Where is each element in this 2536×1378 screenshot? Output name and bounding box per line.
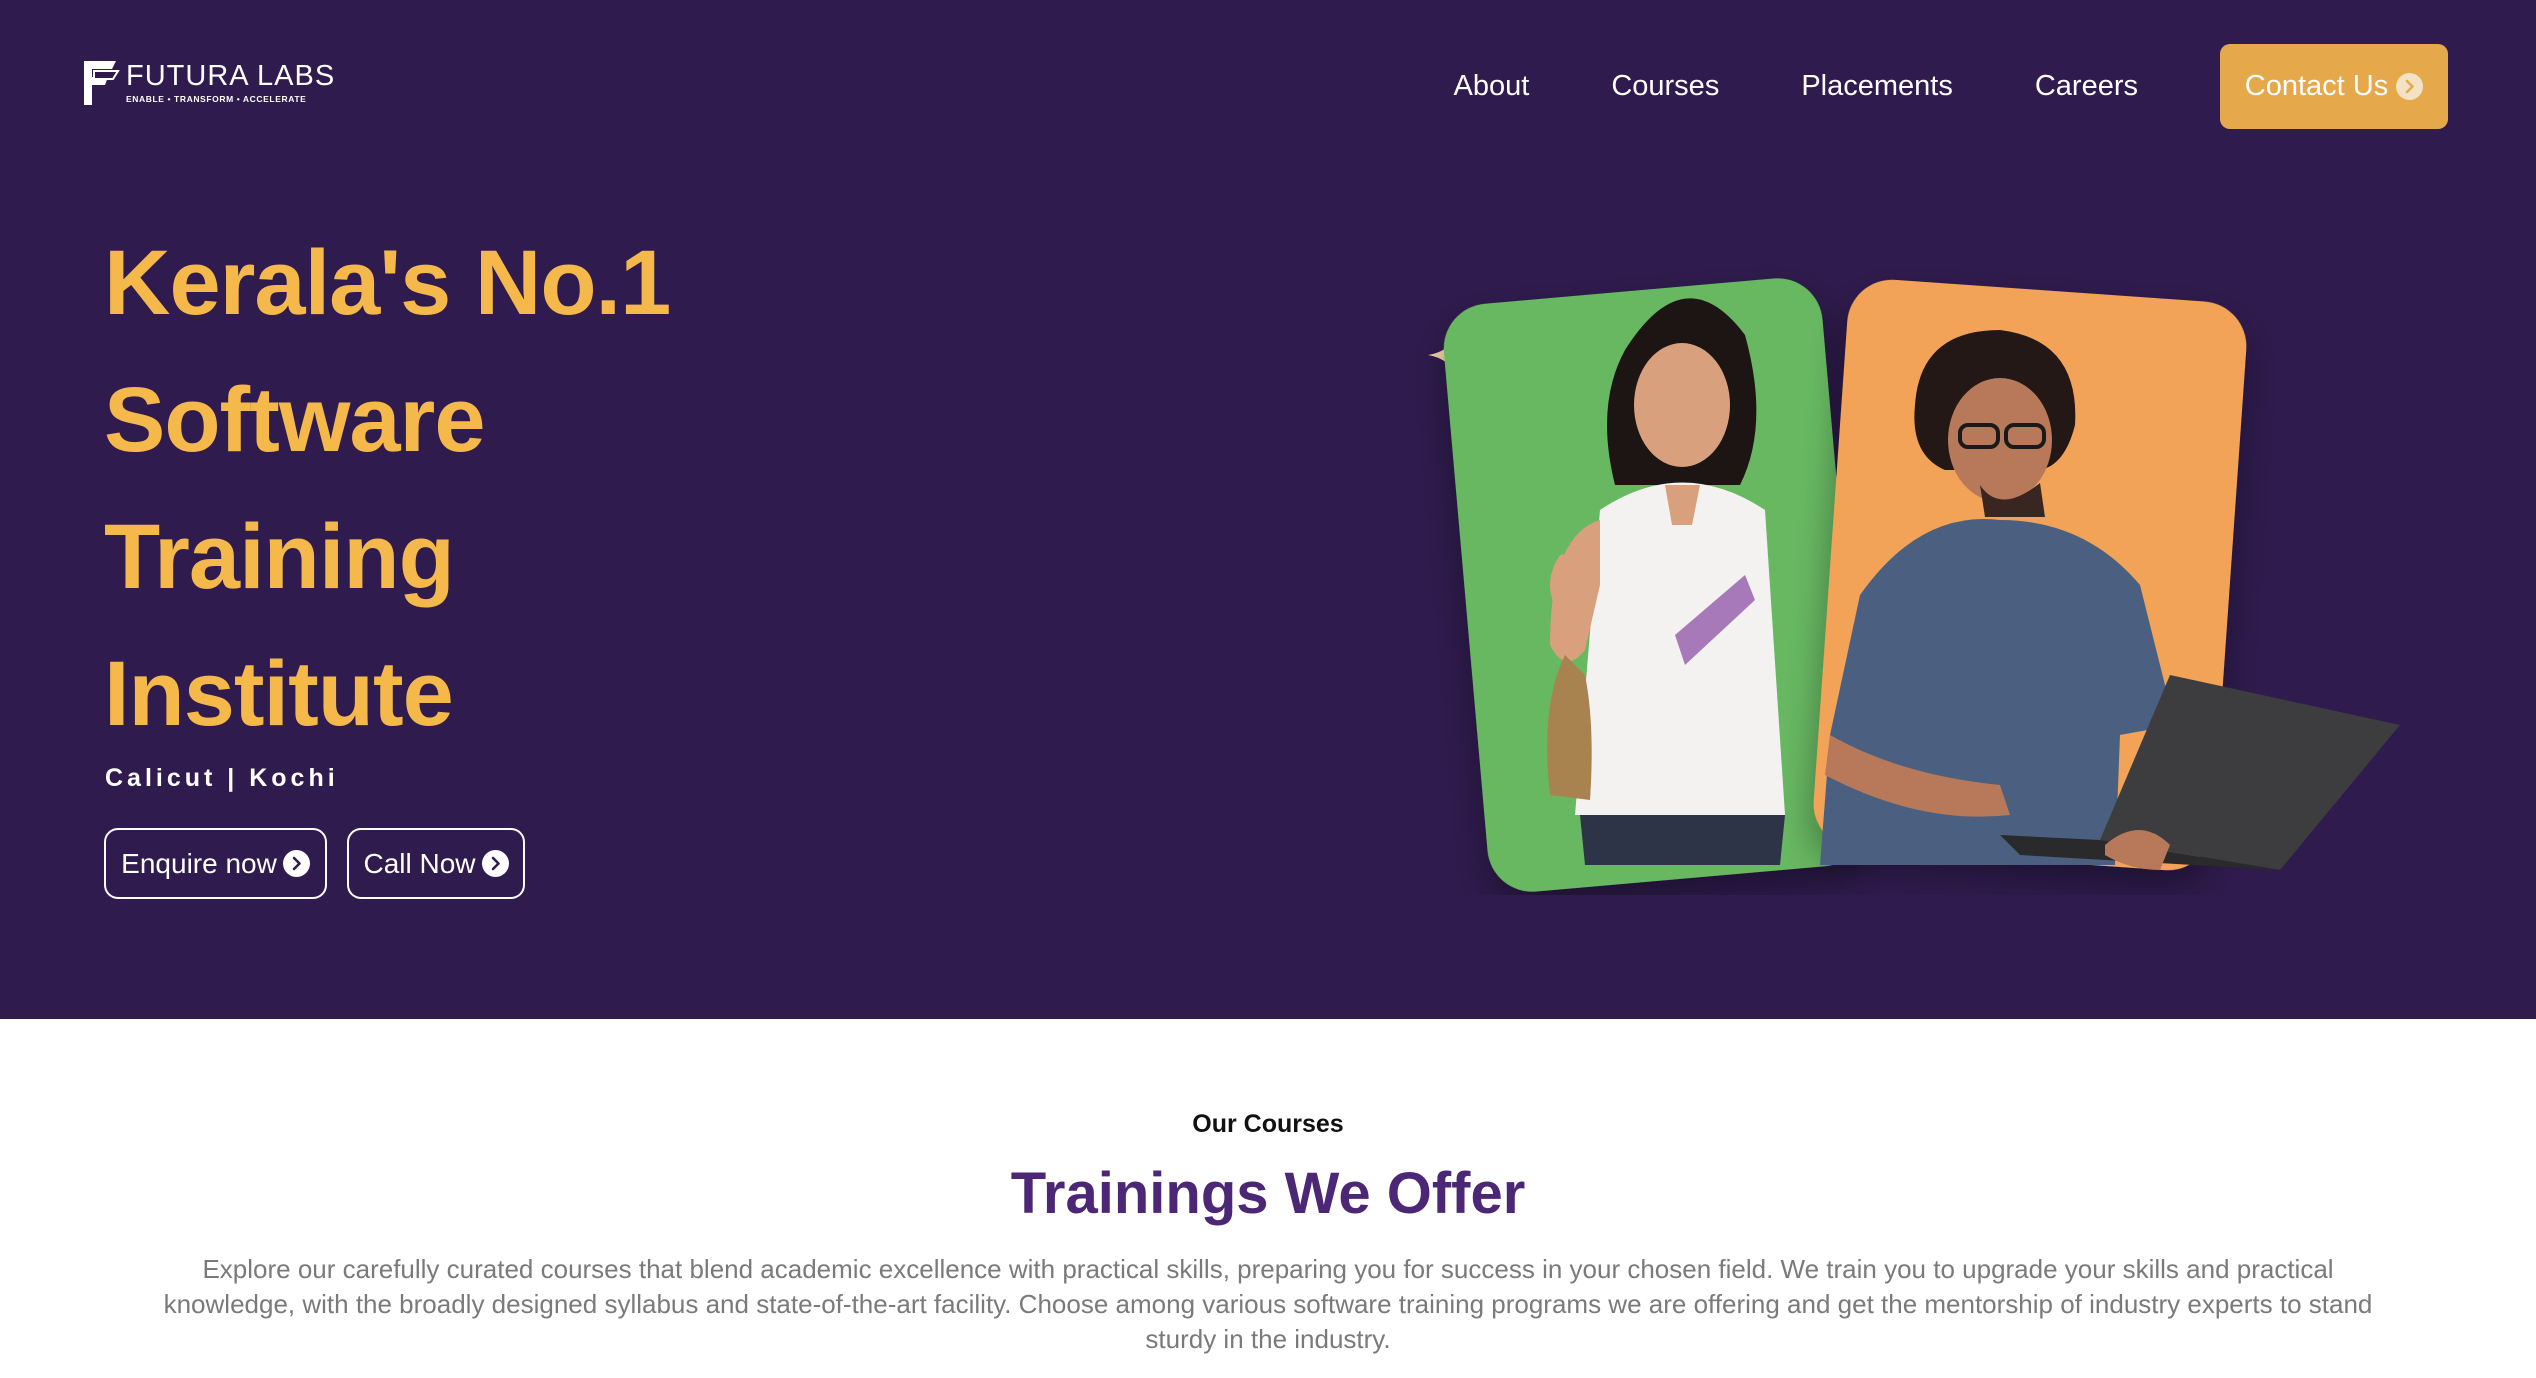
nav-courses[interactable]: Courses	[1611, 70, 1719, 103]
headline-line-2: Software	[104, 369, 486, 471]
courses-description: Explore our carefully curated courses th…	[163, 1254, 2373, 1354]
brand-name: FUTURA LABS	[126, 59, 336, 92]
chevron-right-circle-icon	[481, 850, 509, 877]
hero-illustration	[1400, 255, 2410, 895]
brand-logo[interactable]: FUTURA LABS ENABLE • TRANSFORM • ACCELER…	[80, 55, 335, 110]
nav-careers[interactable]: Careers	[2035, 70, 2138, 103]
nav-placements[interactable]: Placements	[1801, 70, 1953, 103]
brand-tagline: ENABLE • TRANSFORM • ACCELERATE	[126, 93, 307, 104]
contact-us-label: Contact Us	[2244, 70, 2389, 102]
main-nav: About Courses Placements Careers Contact…	[1454, 44, 2448, 129]
courses-title: Trainings We Offer	[1010, 1161, 1526, 1226]
hero-locations: Calicut | Kochi	[105, 764, 339, 792]
enquire-now-button[interactable]: Enquire now	[104, 828, 327, 899]
enquire-now-label: Enquire now	[121, 847, 277, 879]
nav-about[interactable]: About	[1454, 70, 1530, 103]
courses-eyebrow: Our Courses	[1192, 1110, 1344, 1138]
contact-us-button[interactable]: Contact Us	[2220, 44, 2448, 129]
headline-line-1: Kerala's No.1	[104, 232, 671, 334]
headline-line-3: Training	[104, 506, 455, 608]
chevron-right-circle-icon	[282, 850, 310, 877]
call-now-label: Call Now	[363, 847, 476, 879]
logo-mark-icon	[80, 55, 120, 110]
chevron-right-circle-icon	[2396, 73, 2424, 100]
headline-line-4: Institute	[104, 643, 454, 745]
hero-section: FUTURA LABS ENABLE • TRANSFORM • ACCELER…	[0, 0, 2536, 1019]
logo-text: FUTURA LABS ENABLE • TRANSFORM • ACCELER…	[126, 61, 335, 105]
call-now-button[interactable]: Call Now	[347, 828, 525, 899]
hero-headline: Kerala's No.1 Software Training Institut…	[104, 215, 671, 763]
